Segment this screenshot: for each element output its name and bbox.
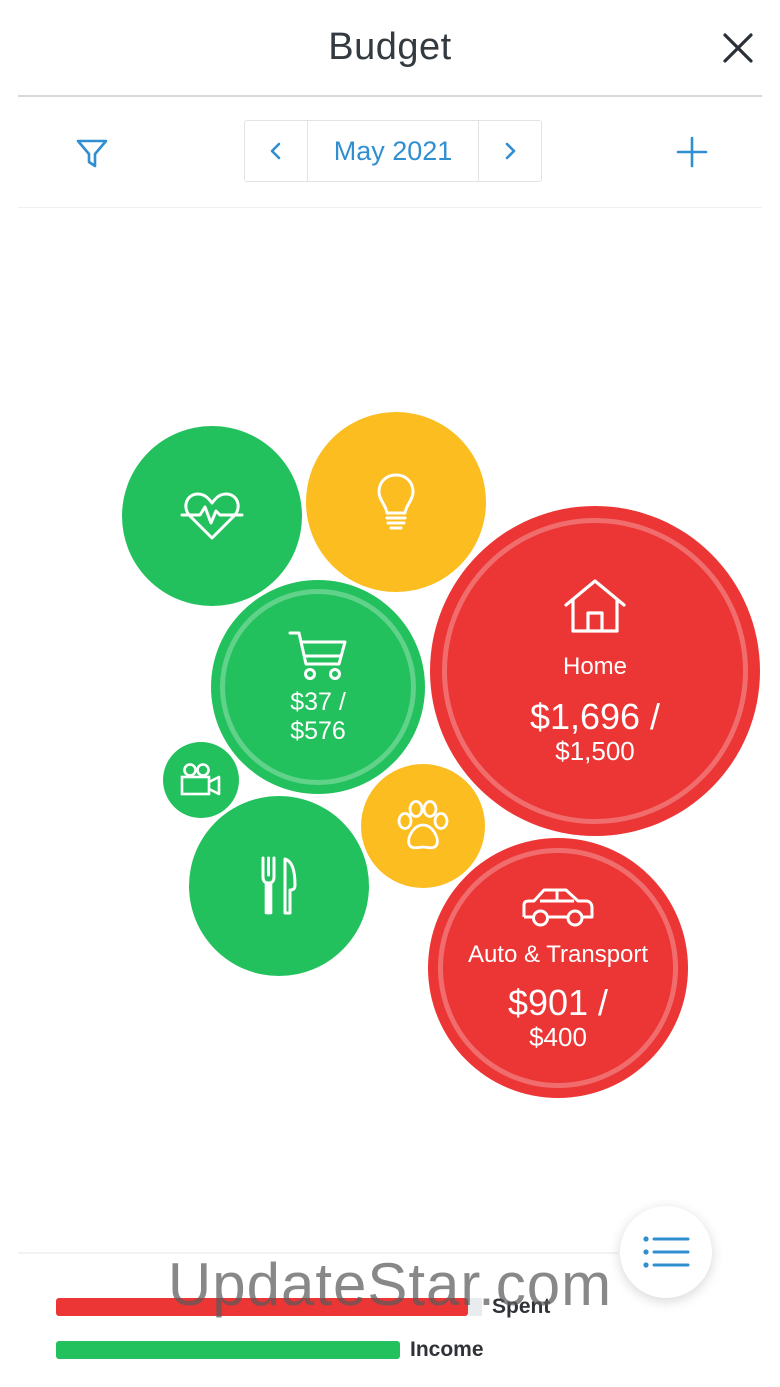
video-camera-icon <box>180 763 221 796</box>
previous-month-button[interactable] <box>245 121 308 181</box>
groceries-spent: $37 / <box>290 688 346 716</box>
home-bubble[interactable]: Home $1,696 / $1,500 <box>430 506 760 836</box>
list-icon <box>643 1236 690 1268</box>
month-selector: May 2021 <box>244 120 542 182</box>
auto-transport-spent: $901 / <box>507 982 609 1023</box>
toolbar-divider <box>18 207 762 208</box>
home-spent: $1,696 / <box>529 696 661 737</box>
income-bar <box>56 1341 400 1359</box>
auto-transport-label: Auto & Transport <box>467 941 649 968</box>
current-month-label[interactable]: May 2021 <box>308 121 478 181</box>
spent-bar <box>56 1298 468 1316</box>
house-icon <box>564 579 626 633</box>
spent-label: Spent <box>492 1295 551 1318</box>
spent-legend: Spent <box>56 1295 551 1318</box>
lightbulb-icon <box>377 473 415 530</box>
close-icon <box>723 33 753 63</box>
auto-transport-budget: $400 <box>529 1022 587 1052</box>
auto-transport-bubble[interactable]: Auto & Transport $901 / $400 <box>428 838 688 1098</box>
shopping-cart-icon <box>288 631 347 680</box>
paw-icon <box>397 800 449 850</box>
filter-icon <box>76 139 108 168</box>
chevron-right-icon <box>505 142 516 160</box>
list-view-button[interactable] <box>620 1206 712 1298</box>
plus-icon <box>676 136 708 168</box>
car-icon <box>522 888 594 927</box>
income-legend: Income <box>56 1338 484 1361</box>
spent-bar-track <box>468 1298 482 1316</box>
entertainment-bubble[interactable] <box>163 742 239 818</box>
close-button[interactable] <box>716 26 760 70</box>
home-budget: $1,500 <box>555 736 635 766</box>
progress-ring <box>220 589 416 785</box>
food-dining-bubble[interactable] <box>189 796 369 976</box>
header-divider <box>18 95 762 97</box>
filter-button[interactable] <box>72 134 112 174</box>
header: Budget <box>0 0 780 96</box>
footer-divider <box>18 1252 618 1254</box>
health-bubble[interactable] <box>122 426 302 606</box>
next-month-button[interactable] <box>478 121 541 181</box>
add-budget-button[interactable] <box>670 130 714 174</box>
groceries-bubble[interactable]: $37 / $576 <box>211 580 425 794</box>
heart-pulse-icon <box>180 492 244 540</box>
home-label: Home <box>562 653 628 680</box>
pets-bubble[interactable] <box>361 764 485 888</box>
chevron-left-icon <box>270 142 281 160</box>
groceries-budget: $576 <box>290 717 346 745</box>
utilities-bubble[interactable] <box>306 412 486 592</box>
page-title: Budget <box>328 26 452 68</box>
fork-knife-icon <box>261 856 297 915</box>
income-label: Income <box>410 1338 484 1361</box>
